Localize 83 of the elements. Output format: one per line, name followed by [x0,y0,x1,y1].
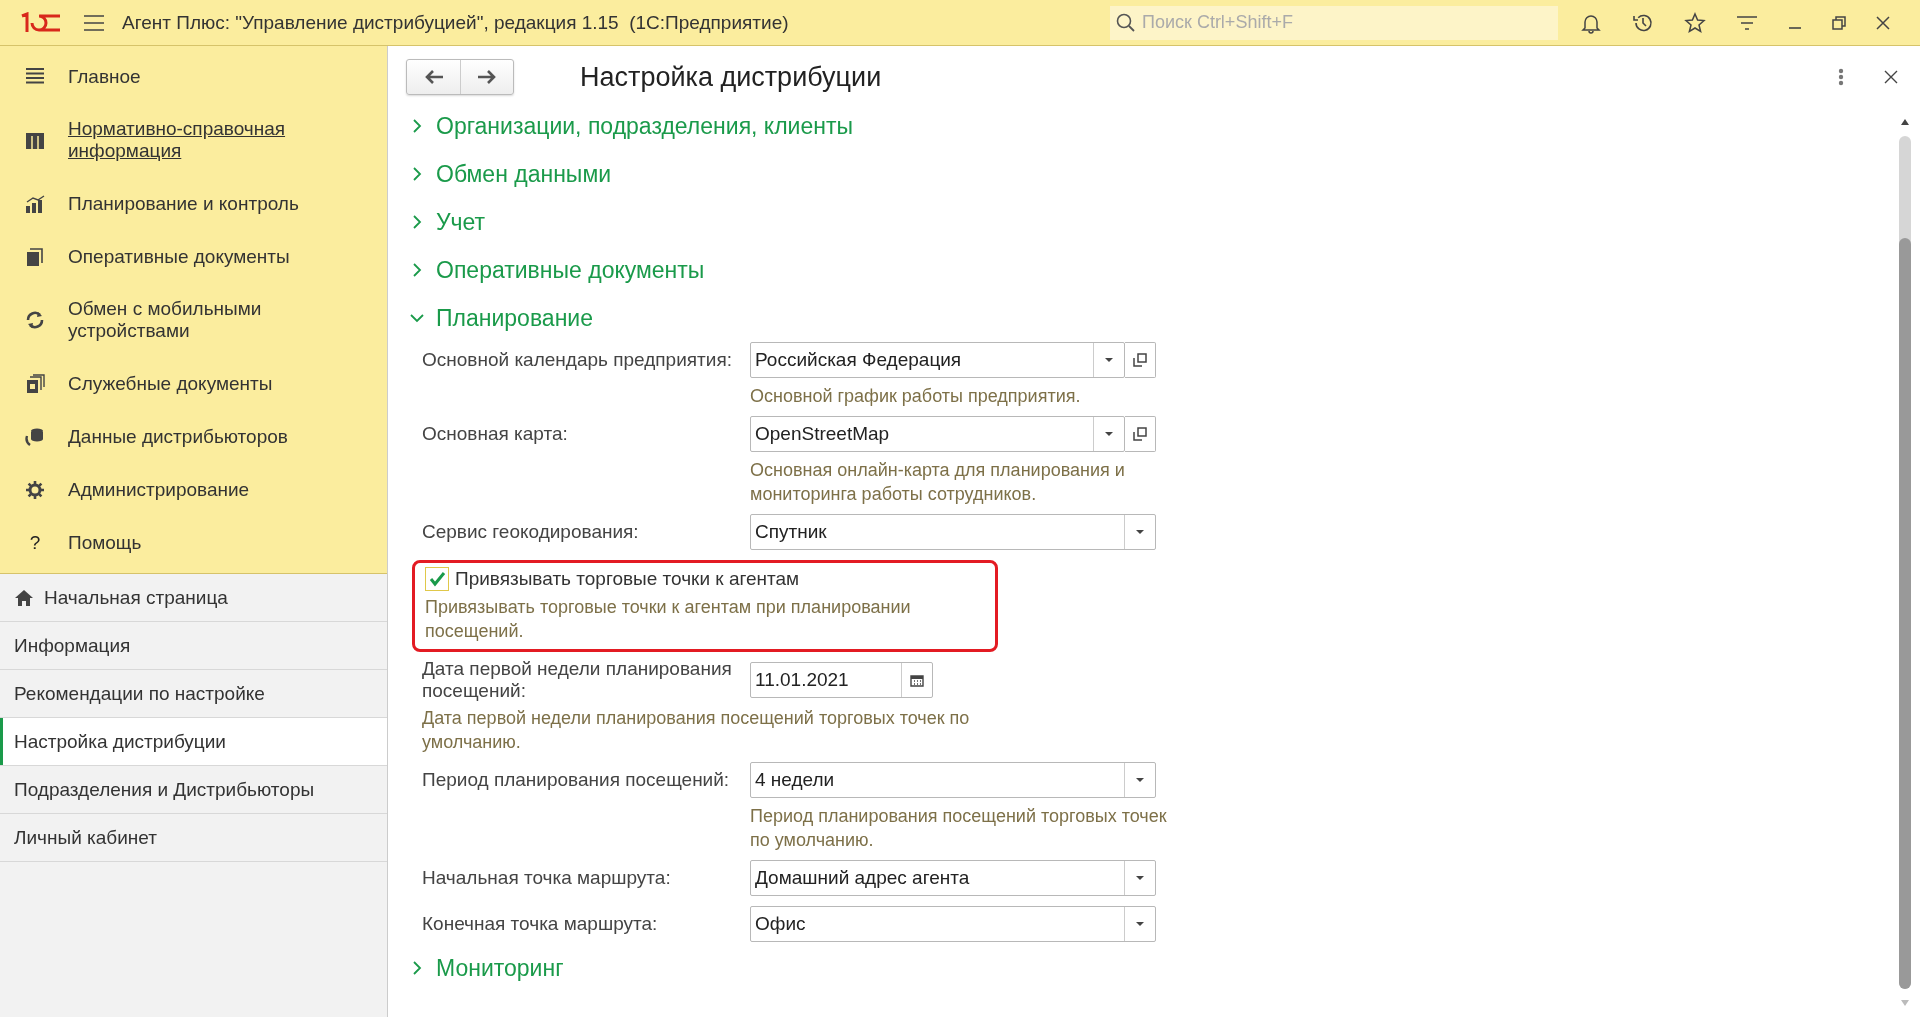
scroll-up-icon[interactable] [1900,118,1910,126]
menu-item[interactable]: Администрирование [0,463,387,516]
search-icon [1116,12,1136,33]
chevron-down-icon [410,311,424,325]
page-tab[interactable]: Начальная страница [0,574,387,622]
dropdown-field[interactable]: Российская Федерация [750,342,1125,378]
section-header[interactable]: Мониторинг [410,944,1890,992]
page-tab[interactable]: Подразделения и Дистрибьюторы [0,766,387,814]
home-icon [14,588,34,607]
caret-icon [1104,431,1114,437]
dropdown-field[interactable]: 4 недели [750,762,1156,798]
documents-icon [24,373,46,394]
field-label: Дата первой недели планирования посещений: [422,658,733,702]
section-header[interactable]: Планирование [410,294,1890,342]
bar-chart-icon [24,193,46,214]
chevron-right-icon [410,119,424,133]
arrow-right-icon [477,70,497,84]
documents-icon [24,246,46,267]
field-label: Начальная точка маршрута: [422,867,672,889]
section-header[interactable]: Обмен данными [410,150,1890,198]
menu-item[interactable]: Главное [0,50,387,103]
page-tab[interactable]: Информация [0,622,387,670]
section-header[interactable]: Оперативные документы [410,246,1890,294]
star-icon[interactable] [1684,11,1706,34]
dropdown-field[interactable]: Спутник [750,514,1156,550]
menu-item[interactable]: ? Помощь [0,516,387,569]
field-label: Сервис геокодирования: [422,521,640,543]
menu-icon[interactable] [84,14,104,31]
field-hint: Основной график работы предприятия. [750,385,1082,408]
arrow-left-icon [423,70,444,84]
field-hint: Период планирования посещений торговых точек по умолчанию. [750,805,1168,852]
section-header[interactable]: Учет [410,198,1890,246]
close-icon[interactable] [1876,15,1890,30]
open-window-icon [1133,353,1147,367]
checkbox[interactable] [425,567,449,591]
scrollbar-thumb[interactable] [1899,238,1911,989]
field-label: Конечная точка маршрута: [422,913,659,935]
menu-item[interactable]: Планирование и контроль [0,177,387,230]
close-icon[interactable] [1884,70,1898,84]
help-icon: ? [24,531,46,554]
calendar-icon [910,673,924,687]
caret-icon [1104,357,1114,363]
page-tab[interactable]: Настройка дистрибуции [0,718,387,766]
caret-icon [1135,921,1145,927]
sync-icon [24,310,46,330]
settings-icon [24,479,46,500]
chevron-right-icon [410,263,424,277]
field-hint: Дата первой недели планирования посещений торговых точек по умолчанию. [422,707,971,754]
field-hint: Основная онлайн-карта для планирования и мониторинга работы сотрудников. [750,459,1126,506]
caret-icon [1135,875,1145,881]
menu-item[interactable]: Обмен с мобильными устройствами [0,283,387,357]
page-tab[interactable]: Личный кабинет [0,814,387,862]
menu-item[interactable]: Нормативно-справочная информация [0,103,387,177]
search-field[interactable]: Поиск Ctrl+Shift+F [1110,5,1558,40]
restore-icon[interactable] [1832,15,1846,30]
columns-icon [24,130,46,150]
menu-item[interactable]: Данные дистрибьюторов [0,410,387,463]
chevron-right-icon [410,215,424,229]
section-header[interactable]: Организации, подразделения, клиенты [410,108,1890,150]
field-label: Основная карта: [422,423,569,445]
menu-item[interactable]: Оперативные документы [0,230,387,283]
open-window-icon [1133,427,1147,441]
caret-icon [1135,777,1145,783]
dropdown-field[interactable]: OpenStreetMap [750,416,1125,452]
field-label: Основной календарь предприятия: [422,349,733,371]
open-button[interactable] [1125,416,1156,452]
chevron-right-icon [410,961,424,975]
more-icon[interactable] [1838,68,1844,86]
open-button[interactable] [1125,342,1156,378]
dropdown-field[interactable]: Офис [750,906,1156,942]
window-title: Агент Плюс: "Управление дистрибуцией", редакция 1.15 (1С:Предприятие) [122,11,790,34]
checkbox-label: Привязывать торговые точки к агентам [455,568,800,590]
dropdown-field[interactable]: Домашний адрес агента [750,860,1156,896]
caret-icon [1135,529,1145,535]
field-hint: Привязывать торговые точки к агентам при планировании посещений. [425,596,912,643]
database-icon [24,426,46,447]
date-field[interactable]: 11.01.2021 [750,662,933,698]
field-label: Период планирования посещений: [422,769,731,791]
menu-item[interactable]: Служебные документы [0,357,387,410]
chevron-right-icon [410,167,424,181]
form-title: Настройка дистрибуции [580,61,883,93]
list-icon [24,66,46,87]
filter-icon[interactable] [1736,14,1758,31]
